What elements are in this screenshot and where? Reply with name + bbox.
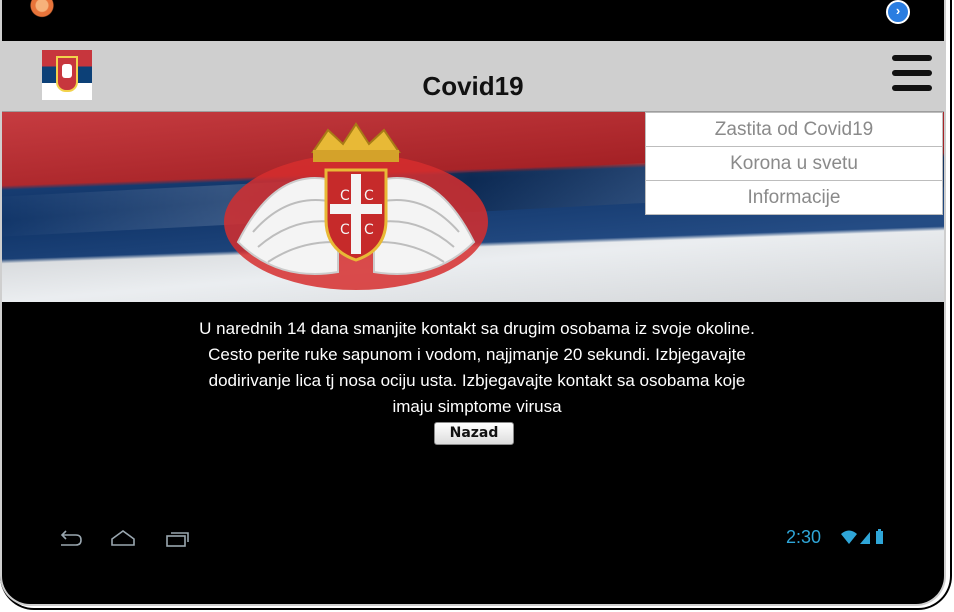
hamburger-menu-icon[interactable] bbox=[892, 55, 932, 93]
page-title: Covid19 bbox=[422, 71, 524, 101]
app-header: Covid19 bbox=[2, 41, 944, 112]
app-notification-icon bbox=[30, 0, 54, 18]
wifi-icon bbox=[841, 530, 857, 544]
coat-of-arms-image: C C C C bbox=[224, 122, 488, 290]
advice-text: U narednih 14 dana smanjite kontakt sa d… bbox=[199, 319, 755, 416]
clock: 2:30 bbox=[786, 527, 822, 547]
device-screen: › Covid19 C C C C Zastita od Covid19 Kor… bbox=[0, 0, 946, 606]
svg-text:C: C bbox=[340, 188, 350, 204]
forward-arrow-icon[interactable]: › bbox=[886, 0, 910, 24]
back-button[interactable]: Nazad bbox=[434, 422, 514, 445]
menu-item-informacije[interactable]: Informacije bbox=[646, 181, 942, 214]
status-bar: › bbox=[2, 0, 944, 40]
signal-icon bbox=[860, 532, 870, 544]
recent-apps-icon[interactable] bbox=[165, 527, 191, 549]
svg-text:C: C bbox=[364, 188, 374, 204]
menu-item-zastita[interactable]: Zastita od Covid19 bbox=[646, 113, 942, 147]
svg-text:C: C bbox=[364, 222, 374, 238]
system-status-icons bbox=[841, 529, 883, 544]
back-icon[interactable] bbox=[58, 527, 84, 549]
menu-item-korona-u-svetu[interactable]: Korona u svetu bbox=[646, 147, 942, 181]
home-icon[interactable] bbox=[110, 527, 136, 549]
battery-icon bbox=[876, 529, 883, 544]
dropdown-menu: Zastita od Covid19 Korona u svetu Inform… bbox=[645, 112, 943, 215]
svg-text:C: C bbox=[340, 222, 350, 238]
